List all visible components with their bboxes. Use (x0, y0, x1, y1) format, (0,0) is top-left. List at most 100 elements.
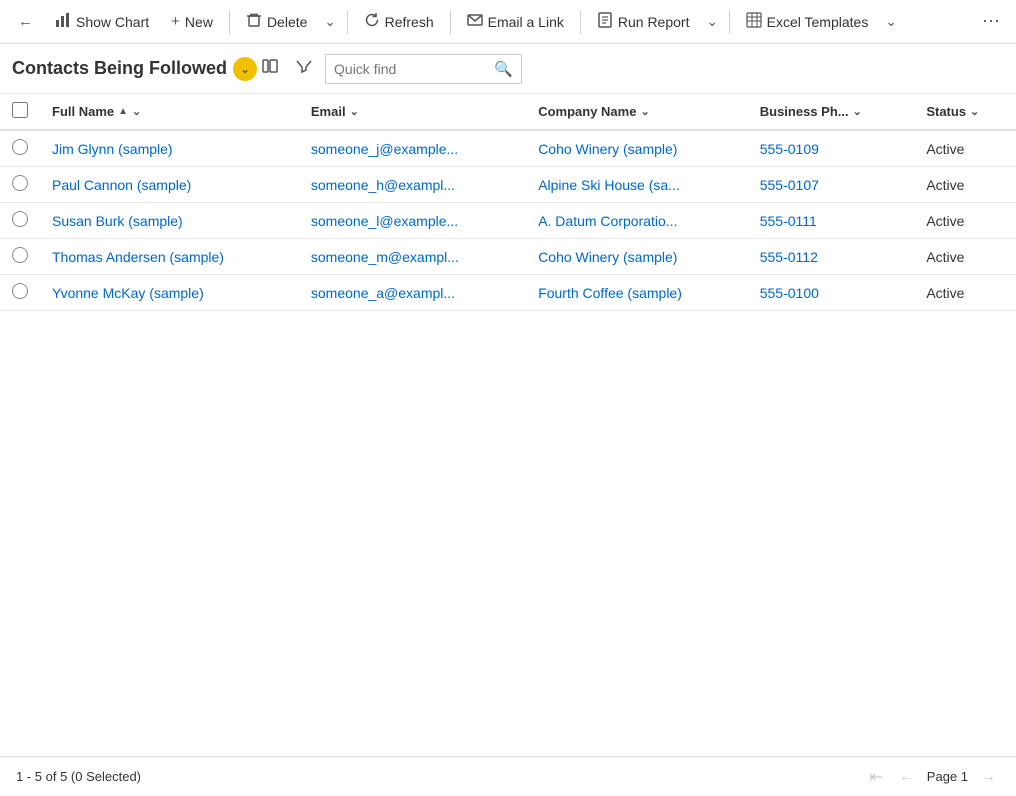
table-container: Full Name ▲ ⌄ Email ⌄ Company Name ⌄ (0, 94, 1016, 311)
email-link-button[interactable]: Email a Link (457, 6, 574, 38)
separator-4 (580, 10, 581, 34)
email-link-4[interactable]: someone_a@exampl... (311, 285, 455, 301)
phone-link-4[interactable]: 555-0100 (760, 285, 819, 301)
search-input[interactable] (326, 61, 486, 77)
run-report-button[interactable]: Run Report (587, 6, 700, 38)
first-page-button[interactable]: ⇤ (865, 765, 886, 789)
search-button[interactable]: 🔍 (486, 55, 521, 83)
cell-full-name: Thomas Andersen (sample) (40, 239, 299, 275)
record-count: 1 - 5 of 5 (0 Selected) (16, 769, 141, 784)
phone-link-0[interactable]: 555-0109 (760, 141, 819, 157)
column-chooser-button[interactable] (257, 53, 283, 84)
cell-phone: 555-0109 (748, 130, 915, 167)
cell-email: someone_h@exampl... (299, 167, 526, 203)
status-col-dropdown[interactable]: ⌄ (970, 105, 979, 118)
header-business-phone[interactable]: Business Ph... ⌄ (748, 94, 915, 130)
cell-phone: 555-0112 (748, 239, 915, 275)
back-icon: ← (18, 13, 33, 30)
show-chart-button[interactable]: Show Chart (45, 6, 159, 38)
separator-5 (729, 10, 730, 34)
refresh-button[interactable]: Refresh (354, 6, 444, 38)
row-radio-3[interactable] (12, 247, 28, 263)
row-radio-col (0, 275, 40, 311)
full-name-link-2[interactable]: Susan Burk (sample) (52, 213, 183, 229)
delete-icon (246, 12, 262, 32)
report-icon (597, 12, 613, 32)
table-row: Yvonne McKay (sample) someone_a@exampl..… (0, 275, 1016, 311)
table-header: Full Name ▲ ⌄ Email ⌄ Company Name ⌄ (0, 94, 1016, 130)
full-name-link-0[interactable]: Jim Glynn (sample) (52, 141, 173, 157)
company-link-1[interactable]: Alpine Ski House (sa... (538, 177, 680, 193)
row-radio-col (0, 167, 40, 203)
cell-email: someone_l@example... (299, 203, 526, 239)
email-link-1[interactable]: someone_h@exampl... (311, 177, 455, 193)
cell-full-name: Yvonne McKay (sample) (40, 275, 299, 311)
chart-icon (55, 12, 71, 32)
filter-button[interactable] (291, 53, 317, 84)
cell-status: Active (914, 167, 1016, 203)
cell-email: someone_j@example... (299, 130, 526, 167)
cell-phone: 555-0100 (748, 275, 915, 311)
company-link-2[interactable]: A. Datum Corporatio... (538, 213, 677, 229)
phone-link-1[interactable]: 555-0107 (760, 177, 819, 193)
separator-1 (229, 10, 230, 34)
cell-company: Alpine Ski House (sa... (526, 167, 748, 203)
row-radio-col (0, 239, 40, 275)
phone-link-2[interactable]: 555-0111 (760, 213, 817, 229)
email-link-3[interactable]: someone_m@exampl... (311, 249, 459, 265)
cell-full-name: Susan Burk (sample) (40, 203, 299, 239)
company-col-dropdown[interactable]: ⌄ (640, 105, 649, 118)
full-name-link-1[interactable]: Paul Cannon (sample) (52, 177, 191, 193)
row-radio-2[interactable] (12, 211, 28, 227)
table-body: Jim Glynn (sample) someone_j@example... … (0, 130, 1016, 311)
table-row: Paul Cannon (sample) someone_h@exampl...… (0, 167, 1016, 203)
email-link-2[interactable]: someone_l@example... (311, 213, 458, 229)
header-full-name[interactable]: Full Name ▲ ⌄ (40, 94, 299, 130)
row-radio-1[interactable] (12, 175, 28, 191)
row-radio-0[interactable] (12, 139, 28, 155)
excel-dropdown-button[interactable]: ⌄ (880, 8, 901, 36)
row-radio-4[interactable] (12, 283, 28, 299)
pagination: ⇤ ← Page 1 → (865, 765, 1000, 789)
run-report-dropdown-button[interactable]: ⌄ (701, 8, 722, 36)
header-email[interactable]: Email ⌄ (299, 94, 526, 130)
full-name-col-dropdown[interactable]: ⌄ (132, 105, 141, 118)
new-button[interactable]: + New (161, 7, 223, 36)
full-name-link-3[interactable]: Thomas Andersen (sample) (52, 249, 224, 265)
back-button[interactable]: ← (8, 7, 43, 36)
cell-full-name: Jim Glynn (sample) (40, 130, 299, 167)
header-checkbox-col (0, 94, 40, 130)
separator-2 (347, 10, 348, 34)
excel-templates-button[interactable]: Excel Templates (736, 6, 879, 38)
email-col-dropdown[interactable]: ⌄ (350, 105, 359, 118)
company-link-0[interactable]: Coho Winery (sample) (538, 141, 677, 157)
cell-company: A. Datum Corporatio... (526, 203, 748, 239)
next-page-button[interactable]: → (976, 766, 1000, 788)
email-link-0[interactable]: someone_j@example... (311, 141, 458, 157)
header-company-name[interactable]: Company Name ⌄ (526, 94, 748, 130)
sort-asc-icon: ▲ (118, 106, 128, 117)
refresh-icon (364, 12, 380, 32)
full-name-link-4[interactable]: Yvonne McKay (sample) (52, 285, 204, 301)
delete-button[interactable]: Delete (236, 6, 317, 38)
view-header: Contacts Being Followed ⌄ 🔍 (0, 44, 1016, 94)
view-dropdown-button[interactable]: ⌄ (233, 57, 257, 81)
header-status[interactable]: Status ⌄ (914, 94, 1016, 130)
separator-3 (450, 10, 451, 34)
more-options-button[interactable]: ⋯ (974, 5, 1008, 38)
company-link-4[interactable]: Fourth Coffee (sample) (538, 285, 682, 301)
prev-page-button[interactable]: ← (895, 766, 919, 788)
phone-col-dropdown[interactable]: ⌄ (853, 105, 862, 118)
delete-dropdown-button[interactable]: ⌄ (319, 8, 340, 36)
cell-status: Active (914, 239, 1016, 275)
cell-email: someone_m@exampl... (299, 239, 526, 275)
select-all-checkbox[interactable] (12, 102, 28, 118)
table-row: Susan Burk (sample) someone_l@example...… (0, 203, 1016, 239)
cell-company: Coho Winery (sample) (526, 130, 748, 167)
plus-icon: + (171, 13, 180, 30)
cell-full-name: Paul Cannon (sample) (40, 167, 299, 203)
company-link-3[interactable]: Coho Winery (sample) (538, 249, 677, 265)
view-title: Contacts Being Followed (12, 58, 227, 79)
excel-icon (746, 12, 762, 32)
phone-link-3[interactable]: 555-0112 (760, 249, 818, 265)
